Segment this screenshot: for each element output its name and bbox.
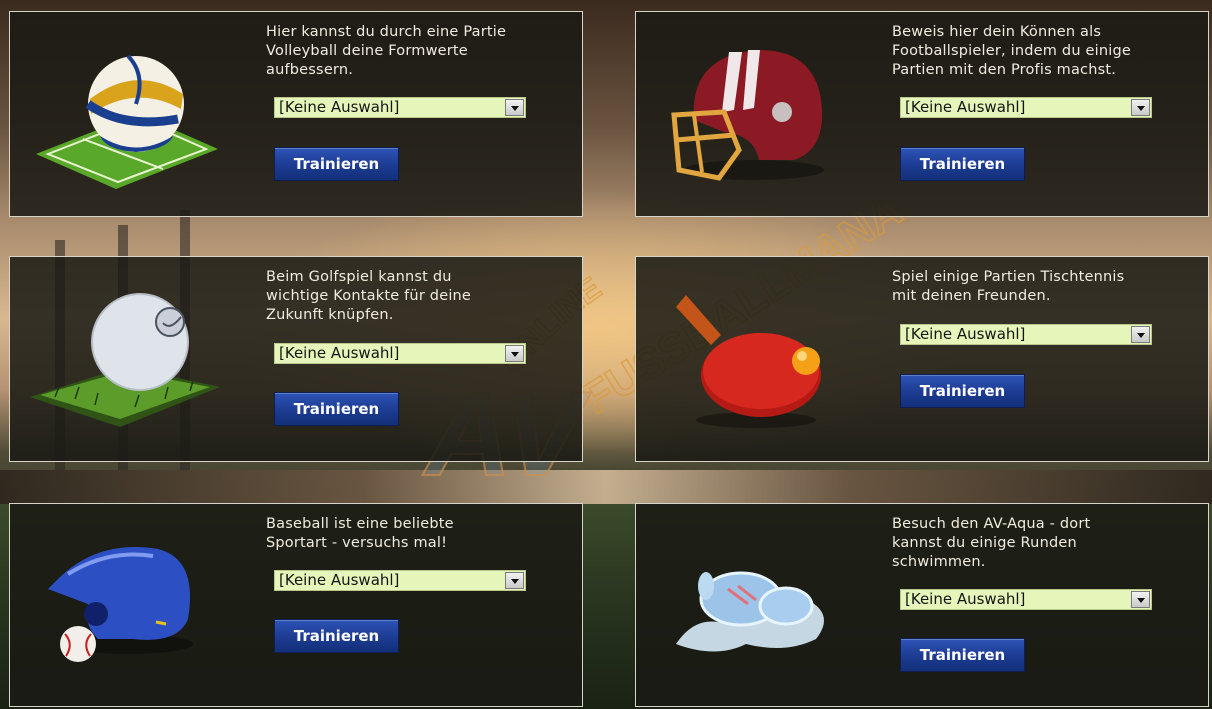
swimming-select[interactable]: [Keine Auswahl] <box>900 589 1152 610</box>
football-select[interactable]: [Keine Auswahl] <box>900 97 1152 118</box>
card-description: Beweis hier dein Können als Footballspiel… <box>892 24 1132 78</box>
dropdown-arrow-icon[interactable] <box>1131 99 1150 116</box>
train-football-button[interactable]: Trainieren <box>900 147 1025 181</box>
dropdown-arrow-icon[interactable] <box>505 99 524 116</box>
baseball-helmet-icon <box>48 547 193 662</box>
dropdown-arrow-icon[interactable] <box>505 572 524 589</box>
baseball-select[interactable]: [Keine Auswahl] <box>274 570 526 591</box>
train-table-tennis-button[interactable]: Trainieren <box>900 374 1025 408</box>
volleyball-select[interactable]: [Keine Auswahl] <box>274 97 526 118</box>
train-golf-button[interactable]: Trainieren <box>274 392 399 426</box>
dropdown-arrow-icon[interactable] <box>1131 326 1150 343</box>
training-card-table-tennis: Spiel einige Partien Tischtennis mit dein… <box>635 256 1209 462</box>
train-swimming-button[interactable]: Trainieren <box>900 638 1025 672</box>
dropdown-arrow-icon[interactable] <box>505 345 524 362</box>
training-card-golf: Beim Golfspiel kannst du wichtige Kontakt… <box>9 256 583 462</box>
golf-select[interactable]: [Keine Auswahl] <box>274 343 526 364</box>
training-card-swimming: Besuch den AV-Aqua - dort kannst du einig… <box>635 503 1209 707</box>
swimming-goggles-icon <box>676 571 824 652</box>
table-tennis-paddle-icon <box>676 295 821 428</box>
dropdown-arrow-icon[interactable] <box>1131 591 1150 608</box>
card-description: Spiel einige Partien Tischtennis mit dein… <box>892 269 1125 304</box>
card-description: Beim Golfspiel kannst du wichtige Kontakt… <box>266 269 472 323</box>
table-tennis-select[interactable]: [Keine Auswahl] <box>900 324 1152 345</box>
card-description: Hier kannst du durch eine Partie Volleyba… <box>266 24 507 78</box>
golf-ball-icon <box>30 293 220 427</box>
stadium-stands <box>0 470 1212 504</box>
training-card-volleyball: Hier kannst du durch eine Partie Volleyba… <box>9 11 583 217</box>
volleyball-icon <box>36 54 218 189</box>
football-helmet-icon <box>671 50 824 181</box>
train-volleyball-button[interactable]: Trainieren <box>274 147 399 181</box>
training-card-baseball: Baseball ist eine beliebte Sportart - ver… <box>9 503 583 707</box>
card-description: Besuch den AV-Aqua - dort kannst du einig… <box>892 516 1091 570</box>
card-description: Baseball ist eine beliebte Sportart - ver… <box>266 516 454 551</box>
training-card-football: Beweis hier dein Können als Footballspiel… <box>635 11 1209 217</box>
train-baseball-button[interactable]: Trainieren <box>274 619 399 653</box>
